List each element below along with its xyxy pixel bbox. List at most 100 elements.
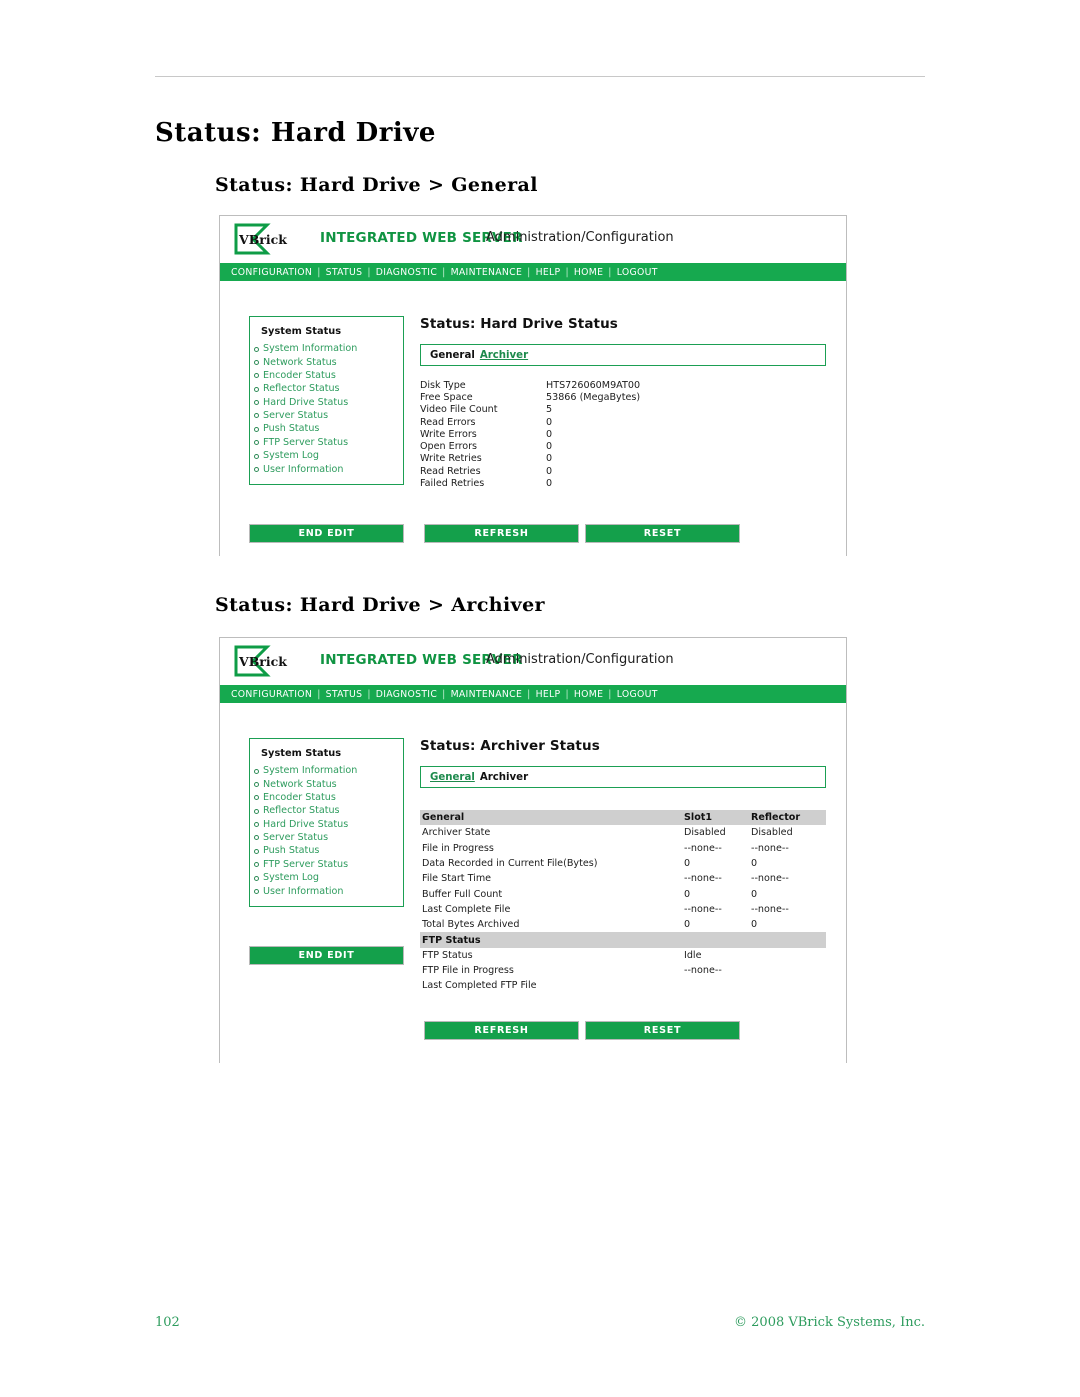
sidebar-item-label: Hard Drive Status — [263, 396, 349, 408]
bullet-icon — [254, 453, 259, 459]
bullet-icon — [254, 426, 259, 432]
nav-maintenance[interactable]: MAINTENANCE — [451, 689, 523, 700]
sidebar-item-label: Reflector Status — [263, 383, 340, 395]
nav-separator: | — [608, 266, 612, 278]
row-label: Video File Count — [420, 404, 498, 416]
cell-reflector: --none-- — [751, 903, 789, 915]
sidebar-item-ftp-server-status[interactable]: FTP Server Status — [250, 436, 403, 449]
sidebar-item-system-information[interactable]: System Information — [250, 764, 403, 777]
sidebar-item-encoder-status[interactable]: Encoder Status — [250, 791, 403, 804]
app-body-2: System Status System Information Network… — [220, 703, 846, 1064]
screenshot-hard-drive-archiver: VBrick INTEGRATED WEB SERVER Administrat… — [219, 637, 847, 1064]
cell-slot1: --none-- — [684, 842, 722, 854]
sidebar-item-user-information[interactable]: User Information — [250, 884, 403, 897]
cell-label: File Start Time — [422, 873, 492, 885]
footer-page-number: 102 — [155, 1315, 180, 1330]
header-reflector: Reflector — [751, 812, 801, 824]
sidebar-item-hard-drive-status[interactable]: Hard Drive Status — [250, 818, 403, 831]
table-row: Data Recorded in Current File(Bytes) 0 0 — [420, 856, 826, 871]
sidebar-item-user-information[interactable]: User Information — [250, 462, 403, 475]
cell-reflector: 0 — [751, 888, 758, 900]
sidebar-item-reflector-status[interactable]: Reflector Status — [250, 382, 403, 395]
bullet-icon — [254, 359, 259, 365]
sidebar-item-ftp-server-status[interactable]: FTP Server Status — [250, 858, 403, 871]
sidebar-item-label: Server Status — [263, 832, 329, 844]
nav-configuration[interactable]: CONFIGURATION — [231, 267, 312, 278]
tab-general-link[interactable]: General — [430, 772, 475, 783]
bullet-icon — [254, 862, 259, 868]
row-value: 0 — [546, 478, 553, 490]
sidebar-item-system-log[interactable]: System Log — [250, 871, 403, 884]
cell-slot1: 0 — [684, 888, 691, 900]
sidebar-item-push-status[interactable]: Push Status — [250, 844, 403, 857]
row-value: 5 — [546, 404, 553, 416]
main-panel-general: Status: Hard Drive Status General Archiv… — [420, 316, 828, 490]
nav-help[interactable]: HELP — [536, 689, 561, 700]
footer-copyright: © 2008 VBrick Systems, Inc. — [734, 1315, 925, 1330]
main-panel-archiver: Status: Archiver Status General Archiver… — [420, 738, 828, 994]
sidebar-item-system-log[interactable]: System Log — [250, 449, 403, 462]
nav-status[interactable]: STATUS — [326, 267, 363, 278]
reset-button-1[interactable]: RESET — [585, 524, 740, 543]
cell-label: FTP Status — [422, 949, 473, 961]
sidebar-item-label: FTP Server Status — [263, 858, 349, 870]
sidebar-item-network-status[interactable]: Network Status — [250, 355, 403, 368]
screenshot-hard-drive-general: VBrick INTEGRATED WEB SERVER Administrat… — [219, 215, 847, 557]
sidebar-item-hard-drive-status[interactable]: Hard Drive Status — [250, 396, 403, 409]
nav-home[interactable]: HOME — [574, 267, 603, 278]
bullet-icon — [254, 875, 259, 881]
refresh-button-2[interactable]: REFRESH — [424, 1021, 579, 1040]
row-label: Write Errors — [420, 428, 477, 440]
cell-label: Last Completed FTP File — [422, 980, 537, 992]
hard-drive-status-list: Disk Type HTS726060M9AT00 Free Space 53866… — [420, 379, 828, 490]
cell-value: Idle — [684, 949, 702, 961]
cell-label: Archiver State — [422, 827, 491, 839]
nav-maintenance[interactable]: MAINTENANCE — [451, 267, 523, 278]
nav-help[interactable]: HELP — [536, 267, 561, 278]
sidebar-item-reflector-status[interactable]: Reflector Status — [250, 804, 403, 817]
bullet-icon — [254, 346, 259, 352]
sidebar-item-label: User Information — [263, 885, 344, 897]
table-row: Last Completed FTP File — [420, 978, 826, 993]
row-label: Read Retries — [420, 465, 481, 477]
sidebar-item-label: FTP Server Status — [263, 436, 349, 448]
app-subtitle: Administration/Configuration — [486, 652, 674, 667]
end-edit-button-2[interactable]: END EDIT — [249, 946, 404, 965]
sidebar-item-server-status[interactable]: Server Status — [250, 831, 403, 844]
section-heading-general: Status: Hard Drive > General — [215, 174, 538, 196]
nav-separator: | — [608, 688, 612, 700]
sidebar-item-label: System Log — [263, 450, 319, 462]
nav-logout[interactable]: LOGOUT — [617, 267, 658, 278]
cell-label: Last Complete File — [422, 903, 511, 915]
cell-label: Total Bytes Archived — [422, 919, 520, 931]
table-row: FTP File in Progress --none-- — [420, 963, 826, 978]
sidebar-item-label: User Information — [263, 463, 344, 475]
list-item: Write Retries 0 — [420, 453, 828, 465]
end-edit-button-1[interactable]: END EDIT — [249, 524, 404, 543]
header-general: General — [422, 812, 465, 824]
tab-archiver-active[interactable]: Archiver — [480, 772, 528, 783]
sidebar-item-server-status[interactable]: Server Status — [250, 409, 403, 422]
nav-configuration[interactable]: CONFIGURATION — [231, 689, 312, 700]
table-header-row: General Slot1 Reflector — [420, 810, 826, 826]
sidebar-item-push-status[interactable]: Push Status — [250, 422, 403, 435]
table-row: Buffer Full Count 0 0 — [420, 886, 826, 901]
list-item: Disk Type HTS726060M9AT00 — [420, 379, 828, 391]
refresh-button-1[interactable]: REFRESH — [424, 524, 579, 543]
sidebar-item-encoder-status[interactable]: Encoder Status — [250, 369, 403, 382]
tab-general-active[interactable]: General — [430, 350, 475, 361]
tab-archiver-link[interactable]: Archiver — [480, 350, 528, 361]
nav-diagnostic[interactable]: DIAGNOSTIC — [376, 689, 437, 700]
nav-diagnostic[interactable]: DIAGNOSTIC — [376, 267, 437, 278]
sidebar-item-label: Network Status — [263, 778, 337, 790]
nav-logout[interactable]: LOGOUT — [617, 689, 658, 700]
vbrick-logo: VBrick — [233, 645, 291, 677]
sidebar-item-network-status[interactable]: Network Status — [250, 777, 403, 790]
cell-slot1: --none-- — [684, 873, 722, 885]
page-title: Status: Hard Drive — [155, 118, 436, 148]
nav-home[interactable]: HOME — [574, 689, 603, 700]
reset-button-2[interactable]: RESET — [585, 1021, 740, 1040]
nav-status[interactable]: STATUS — [326, 689, 363, 700]
bullet-icon — [254, 466, 259, 472]
sidebar-item-system-information[interactable]: System Information — [250, 342, 403, 355]
